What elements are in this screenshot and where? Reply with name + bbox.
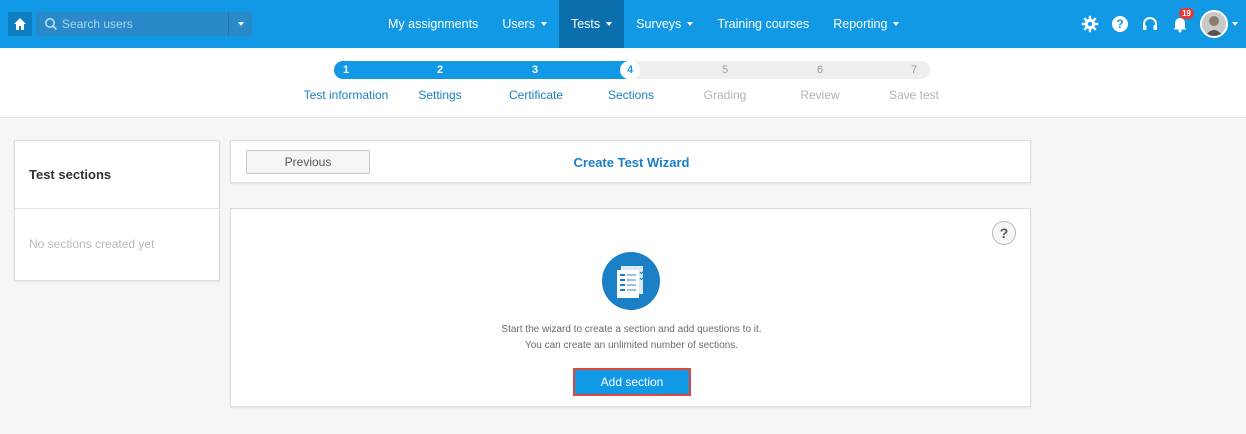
- steps-progress: [334, 61, 634, 79]
- top-navbar: My assignments Users Tests Surveys Train…: [0, 0, 1246, 48]
- add-section-button[interactable]: Add section: [573, 368, 691, 396]
- menu-training-courses[interactable]: Training courses: [705, 0, 821, 48]
- step-4-label[interactable]: Sections: [608, 88, 654, 102]
- sections-list-icon: [602, 252, 660, 310]
- description-line-2: You can create an unlimited number of se…: [524, 340, 739, 351]
- help-button[interactable]: ?: [1110, 14, 1130, 34]
- step-7-number: 7: [910, 64, 918, 76]
- previous-button[interactable]: Previous: [246, 150, 370, 174]
- home-button[interactable]: [8, 12, 32, 36]
- menu-surveys[interactable]: Surveys: [624, 0, 705, 48]
- nav-icons: ? 19: [1080, 8, 1238, 40]
- step-4-number[interactable]: 4: [620, 61, 640, 79]
- section-description: Start the wizard to create a section and…: [231, 322, 1032, 354]
- step-2-label[interactable]: Settings: [418, 88, 461, 102]
- help-icon: ?: [1112, 16, 1128, 32]
- chevron-down-icon: [606, 22, 613, 26]
- step-3-label[interactable]: Certificate: [509, 88, 563, 102]
- step-1-number[interactable]: 1: [336, 61, 356, 79]
- avatar[interactable]: [1200, 10, 1228, 38]
- step-3-number[interactable]: 3: [525, 61, 545, 79]
- svg-text:?: ?: [1116, 17, 1123, 31]
- user-avatar-icon: [1202, 12, 1226, 36]
- main-menu: My assignments Users Tests Surveys Train…: [376, 0, 911, 48]
- notifications-button[interactable]: 19: [1170, 8, 1194, 34]
- search-dropdown-button[interactable]: [228, 12, 252, 36]
- headset-icon: [1143, 17, 1157, 30]
- step-2-number[interactable]: 2: [430, 61, 450, 79]
- notification-badge: 19: [1179, 8, 1194, 19]
- settings-button[interactable]: [1080, 14, 1100, 34]
- chevron-down-icon: [893, 22, 900, 26]
- test-sections-panel: Test sections No sections created yet: [14, 140, 220, 281]
- wizard-header: Create Test Wizard Previous: [230, 140, 1031, 183]
- home-icon: [14, 18, 26, 30]
- search-input[interactable]: [62, 17, 232, 31]
- support-button[interactable]: [1140, 14, 1160, 34]
- chevron-down-icon: [540, 22, 547, 26]
- description-line-1: Start the wizard to create a section and…: [501, 324, 762, 335]
- menu-tests[interactable]: Tests: [558, 0, 625, 48]
- chevron-down-icon: [237, 22, 244, 26]
- step-6-label: Review: [800, 88, 840, 102]
- no-sections-text: No sections created yet: [29, 237, 155, 251]
- wizard-steps: 1 2 3 4 5 6 7 Test information Settings …: [0, 48, 1246, 118]
- menu-reporting[interactable]: Reporting: [821, 0, 911, 48]
- search-icon: [45, 18, 57, 30]
- search-box: [36, 12, 252, 36]
- menu-my-assignments[interactable]: My assignments: [376, 0, 490, 48]
- help-circle-button[interactable]: ?: [992, 221, 1016, 245]
- sections-content: ? Start the wizard to create a section a…: [230, 208, 1031, 407]
- chevron-down-icon: [687, 22, 694, 26]
- step-6-number: 6: [816, 64, 824, 76]
- avatar-chevron-down-icon[interactable]: [1232, 22, 1238, 26]
- step-5-label: Grading: [703, 88, 747, 102]
- step-1-label[interactable]: Test information: [304, 88, 389, 102]
- menu-users[interactable]: Users: [490, 0, 559, 48]
- gear-icon: [1081, 15, 1099, 33]
- step-7-label: Save test: [888, 88, 940, 102]
- step-5-number: 5: [721, 64, 729, 76]
- test-sections-title: Test sections: [15, 141, 219, 209]
